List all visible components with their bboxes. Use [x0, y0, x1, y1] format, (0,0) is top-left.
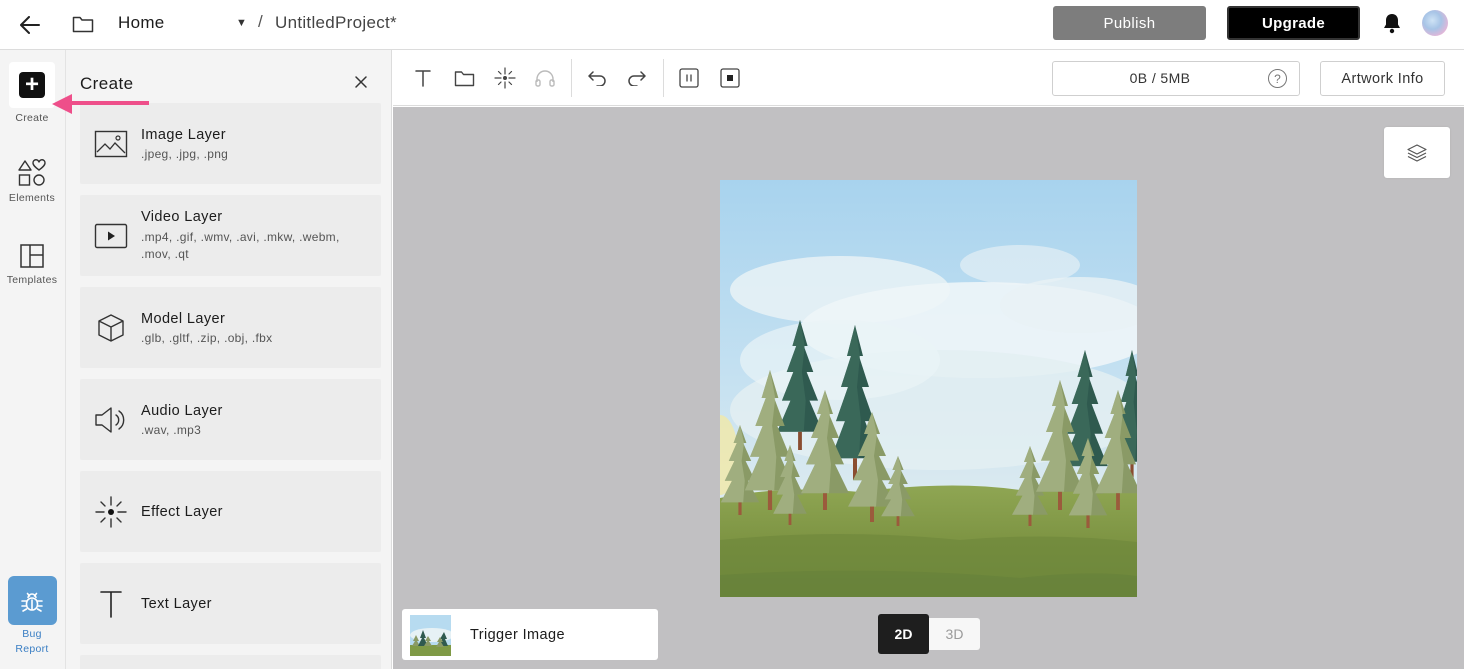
view-mode-toggle: 2D 3D — [878, 614, 980, 654]
shapes-icon — [18, 159, 46, 186]
breadcrumb-separator: / — [258, 12, 263, 31]
sparkle-icon — [494, 67, 516, 89]
view-3d-button[interactable]: 3D — [929, 618, 980, 650]
artwork-info-button[interactable]: Artwork Info — [1320, 61, 1445, 96]
back-button[interactable] — [16, 11, 44, 39]
redo-icon — [628, 71, 646, 86]
layer-formats: .wav, .mp3 — [141, 423, 202, 437]
close-icon — [355, 76, 367, 88]
layer-title: Text Layer — [141, 596, 212, 612]
home-link[interactable]: Home — [118, 13, 165, 33]
pause-icon — [679, 68, 699, 88]
speaker-icon — [94, 403, 128, 437]
layer-formats: .mp4, .gif, .wmv, .avi, .mkw, .webm, .mo… — [141, 230, 340, 261]
trigger-image-card[interactable]: Trigger Image — [402, 609, 658, 660]
toolbar-divider — [571, 59, 572, 97]
bug-report-label: Bug Report — [15, 627, 48, 657]
notifications-button[interactable] — [1380, 11, 1404, 35]
folder-button[interactable] — [70, 11, 96, 37]
undo-button[interactable] — [585, 66, 609, 90]
rail-item-elements[interactable]: Elements — [0, 158, 64, 204]
upgrade-button[interactable]: Upgrade — [1227, 6, 1360, 40]
layer-title: Model Layer — [141, 311, 226, 327]
bell-icon — [1384, 14, 1400, 34]
pause-button[interactable] — [677, 66, 701, 90]
rail-item-label: Create — [15, 112, 49, 124]
pointer-arrow — [52, 94, 149, 114]
forest-painting — [720, 180, 1137, 597]
redo-button[interactable] — [625, 66, 649, 90]
bug-label-line2: Report — [15, 643, 49, 655]
rail-item-label: Templates — [6, 274, 58, 286]
layer-formats: .jpeg, .jpg, .png — [141, 147, 229, 161]
folder-icon — [72, 16, 94, 33]
headphones-icon — [535, 70, 555, 87]
bug-icon — [21, 592, 43, 612]
add-text-button[interactable] — [411, 66, 435, 90]
trigger-artwork[interactable] — [720, 180, 1137, 597]
text-icon — [94, 587, 128, 621]
model-layer-card[interactable]: Model Layer .glb, .gltf, .zip, .obj, .fb… — [80, 287, 381, 368]
create-tile: + — [9, 62, 55, 108]
avatar[interactable] — [1422, 10, 1448, 36]
bug-report-button[interactable]: Bug Report — [0, 576, 64, 657]
storage-indicator: 0B / 5MB ? — [1052, 61, 1300, 96]
layers-panel-button[interactable] — [1384, 127, 1450, 178]
layers-icon — [1407, 143, 1427, 162]
bug-tile — [7, 576, 57, 625]
open-folder-button[interactable] — [452, 66, 476, 90]
add-effect-button[interactable] — [493, 66, 517, 90]
arrow-left-icon — [20, 16, 40, 34]
close-panel-button[interactable] — [350, 71, 372, 93]
image-icon — [94, 127, 128, 161]
layer-title: Image Layer — [141, 127, 226, 143]
image-layer-card[interactable]: Image Layer .jpeg, .jpg, .png — [80, 103, 381, 184]
layer-title: Video Layer — [141, 209, 223, 225]
panel-title: Create — [80, 74, 134, 93]
bug-label-line1: Bug — [22, 628, 42, 640]
video-icon — [94, 219, 128, 253]
project-dropdown-caret[interactable]: ▼ — [236, 17, 247, 29]
text-tool-icon — [415, 70, 431, 87]
audio-layer-card[interactable]: Audio Layer .wav, .mp3 — [80, 379, 381, 460]
layer-formats: .glb, .gltf, .zip, .obj, .fbx — [141, 331, 273, 345]
sparkle-icon — [94, 495, 128, 529]
left-rail: + Create Elements Templates Bug Report — [0, 50, 66, 669]
stop-icon — [720, 68, 740, 88]
create-panel: Create Image Layer .jpeg, .jpg, .png Vid… — [66, 50, 392, 669]
trigger-thumbnail — [410, 615, 451, 656]
trigger-image-label: Trigger Image — [470, 627, 565, 643]
view-2d-button[interactable]: 2D — [878, 614, 929, 654]
cube-icon — [94, 311, 128, 345]
stop-button[interactable] — [718, 66, 742, 90]
video-layer-card[interactable]: Video Layer .mp4, .gif, .wmv, .avi, .mkw… — [80, 195, 381, 276]
audio-button[interactable] — [533, 66, 557, 90]
folder-icon — [454, 70, 474, 86]
rail-item-label: Elements — [8, 192, 56, 204]
layout-icon — [20, 244, 44, 268]
layer-title: Effect Layer — [141, 504, 223, 520]
undo-icon — [588, 71, 606, 86]
publish-button[interactable]: Publish — [1053, 6, 1206, 40]
project-name[interactable]: UntitledProject* — [275, 13, 397, 33]
help-icon[interactable]: ? — [1268, 69, 1287, 88]
storage-usage: 0B / 5MB — [1129, 70, 1191, 86]
toolbar-divider — [663, 59, 664, 97]
effect-layer-card[interactable]: Effect Layer — [80, 471, 381, 552]
rail-item-templates[interactable]: Templates — [0, 242, 64, 286]
top-bar: Home ▼ / UntitledProject* Publish Upgrad… — [0, 0, 1464, 50]
text-layer-card[interactable]: Text Layer — [80, 563, 381, 644]
plus-icon: + — [19, 72, 45, 98]
next-layer-card[interactable] — [80, 655, 381, 669]
editor-toolbar: 0B / 5MB ? Artwork Info — [393, 50, 1464, 106]
canvas-area[interactable]: Trigger Image 2D 3D — [393, 107, 1464, 669]
layer-title: Audio Layer — [141, 403, 223, 419]
